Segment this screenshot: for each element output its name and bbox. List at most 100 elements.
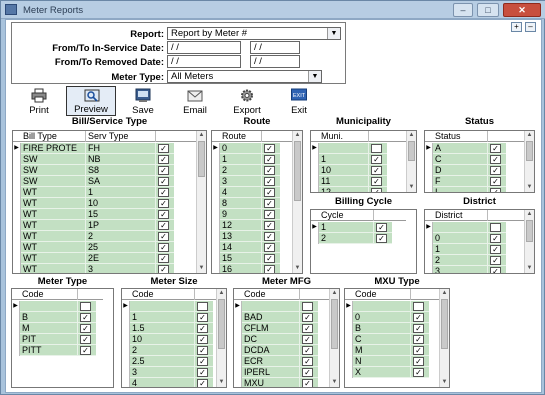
row-selector[interactable] — [12, 345, 20, 356]
row-selector[interactable] — [345, 345, 353, 356]
include-checkbox[interactable]: ✓ — [376, 223, 387, 232]
bill-cell[interactable]: 25 — [86, 242, 156, 253]
include-checkbox[interactable]: ✓ — [264, 221, 275, 230]
table-row[interactable]: IPERL ✓ — [234, 367, 329, 378]
district-cell[interactable]: 2 — [433, 255, 488, 266]
table-row[interactable]: WT 25 ✓ — [13, 242, 196, 253]
metersize-cell[interactable]: 2 — [130, 345, 195, 356]
row-selector[interactable] — [13, 198, 21, 209]
include-checkbox[interactable]: ✓ — [302, 313, 313, 322]
include-checkbox[interactable]: ✓ — [158, 265, 169, 273]
metermfg-cell[interactable]: BAD — [242, 312, 300, 323]
scroll-thumb[interactable] — [441, 299, 448, 349]
bill-cell[interactable]: SW — [21, 154, 86, 165]
row-selector[interactable] — [122, 345, 130, 356]
include-checkbox[interactable]: ✓ — [302, 379, 313, 387]
table-row[interactable]: 4 ✓ — [122, 378, 216, 387]
route-cell[interactable]: 2 — [220, 165, 262, 176]
table-row[interactable]: N ✓ — [345, 356, 439, 367]
metersize-cell[interactable]: 1 — [130, 312, 195, 323]
district-cell[interactable]: 3 — [433, 266, 488, 273]
include-checkbox[interactable]: ✓ — [490, 166, 501, 175]
include-checkbox[interactable]: ✓ — [264, 177, 275, 186]
include-checkbox[interactable] — [490, 223, 501, 232]
include-checkbox[interactable]: ✓ — [158, 199, 169, 208]
scroll-thumb[interactable] — [408, 141, 415, 161]
status-grid[interactable]: Status ▶ A ✓ C ✓ D ✓ F ✓ I ✓ ▲ ▼ — [424, 130, 535, 193]
metermfg-cell[interactable]: DCDA — [242, 345, 300, 356]
include-checkbox[interactable]: ✓ — [490, 267, 501, 273]
table-row[interactable]: SW SA ✓ — [13, 176, 196, 187]
bill-cell[interactable]: SA — [86, 176, 156, 187]
table-row[interactable]: 8 ✓ — [212, 198, 292, 209]
row-selector[interactable] — [234, 312, 242, 323]
metermfg-cell[interactable] — [242, 301, 300, 312]
table-row[interactable]: B ✓ — [12, 312, 103, 323]
district-grid[interactable]: District ▶ 0 ✓ 1 ✓ 2 ✓ 3 ✓ ▲ ▼ — [424, 209, 535, 274]
row-selector[interactable] — [13, 264, 21, 273]
metersize-cell[interactable]: 4 — [130, 378, 195, 387]
row-selector[interactable] — [212, 231, 220, 242]
table-row[interactable]: 1 ✓ — [425, 244, 524, 255]
table-row[interactable]: 2 ✓ — [425, 255, 524, 266]
table-row[interactable]: SW S8 ✓ — [13, 165, 196, 176]
table-row[interactable]: BAD ✓ — [234, 312, 329, 323]
inservice-to-field[interactable]: / / — [250, 41, 300, 54]
scrollbar[interactable]: ▲ ▼ — [524, 210, 534, 273]
scroll-down-icon[interactable]: ▼ — [525, 183, 534, 192]
metermfg-cell[interactable]: MXU — [242, 378, 300, 387]
include-checkbox[interactable]: ✓ — [158, 166, 169, 175]
include-checkbox[interactable]: ✓ — [413, 357, 424, 366]
table-row[interactable]: 4 ✓ — [212, 187, 292, 198]
table-row[interactable]: 9 ✓ — [212, 209, 292, 220]
route-grid[interactable]: Route ▶ 0 ✓ 1 ✓ 2 ✓ 3 ✓ 4 ✓ 8 ✓ 9 ✓ 12 ✓ 13 ✓ 14 ✓ 15 ✓ 16 ✓ ▲ ▼ — [211, 130, 303, 274]
route-cell[interactable]: 9 — [220, 209, 262, 220]
scroll-thumb[interactable] — [218, 299, 225, 349]
scroll-up-icon[interactable]: ▲ — [293, 131, 302, 140]
bill-cell[interactable]: NB — [86, 154, 156, 165]
row-selector[interactable] — [212, 209, 220, 220]
row-selector[interactable] — [425, 244, 433, 255]
bill-cell[interactable]: 1P — [86, 220, 156, 231]
table-row[interactable]: 10 ✓ — [122, 334, 216, 345]
table-row[interactable]: 0 ✓ — [345, 312, 439, 323]
bill-cell[interactable]: 1 — [86, 187, 156, 198]
table-row[interactable]: DCDA ✓ — [234, 345, 329, 356]
row-selector[interactable] — [122, 334, 130, 345]
row-selector[interactable] — [234, 356, 242, 367]
include-checkbox[interactable]: ✓ — [371, 155, 382, 164]
row-selector[interactable]: ▶ — [13, 143, 21, 154]
include-checkbox[interactable]: ✓ — [413, 335, 424, 344]
cycle-cell[interactable]: 2 — [319, 233, 374, 244]
table-row[interactable]: 3 ✓ — [425, 266, 524, 273]
bill-column-header[interactable]: Serv Type — [86, 131, 156, 142]
include-checkbox[interactable]: ✓ — [490, 245, 501, 254]
row-selector[interactable] — [212, 220, 220, 231]
scrollbar[interactable]: ▲ ▼ — [406, 131, 416, 192]
row-selector[interactable] — [345, 323, 353, 334]
row-selector[interactable] — [12, 334, 20, 345]
status-cell[interactable]: F — [433, 176, 488, 187]
table-row[interactable]: WT 2E ✓ — [13, 253, 196, 264]
include-checkbox[interactable]: ✓ — [490, 188, 501, 192]
row-selector[interactable] — [122, 367, 130, 378]
row-selector[interactable] — [212, 253, 220, 264]
metertype-select[interactable]: All Meters ▼ — [167, 70, 322, 83]
removed-from-field[interactable]: / / — [167, 55, 241, 68]
table-row[interactable]: WT 2 ✓ — [13, 231, 196, 242]
row-selector[interactable] — [212, 165, 220, 176]
table-row[interactable]: 10 ✓ — [311, 165, 406, 176]
include-checkbox[interactable]: ✓ — [197, 368, 208, 377]
include-checkbox[interactable]: ✓ — [197, 379, 208, 387]
row-selector[interactable] — [13, 165, 21, 176]
table-row[interactable]: MXU ✓ — [234, 378, 329, 387]
district-cell[interactable]: 0 — [433, 233, 488, 244]
include-checkbox[interactable] — [80, 302, 91, 311]
row-selector[interactable] — [212, 154, 220, 165]
table-row[interactable]: ECR ✓ — [234, 356, 329, 367]
row-selector[interactable]: ▶ — [425, 222, 433, 233]
route-cell[interactable]: 14 — [220, 242, 262, 253]
row-selector[interactable] — [212, 198, 220, 209]
muni-column-header[interactable]: Muni. — [319, 131, 369, 142]
mxutype-grid[interactable]: Code ▶ 0 ✓ B ✓ C ✓ M ✓ N ✓ X ✓ ▲ ▼ — [344, 288, 450, 388]
